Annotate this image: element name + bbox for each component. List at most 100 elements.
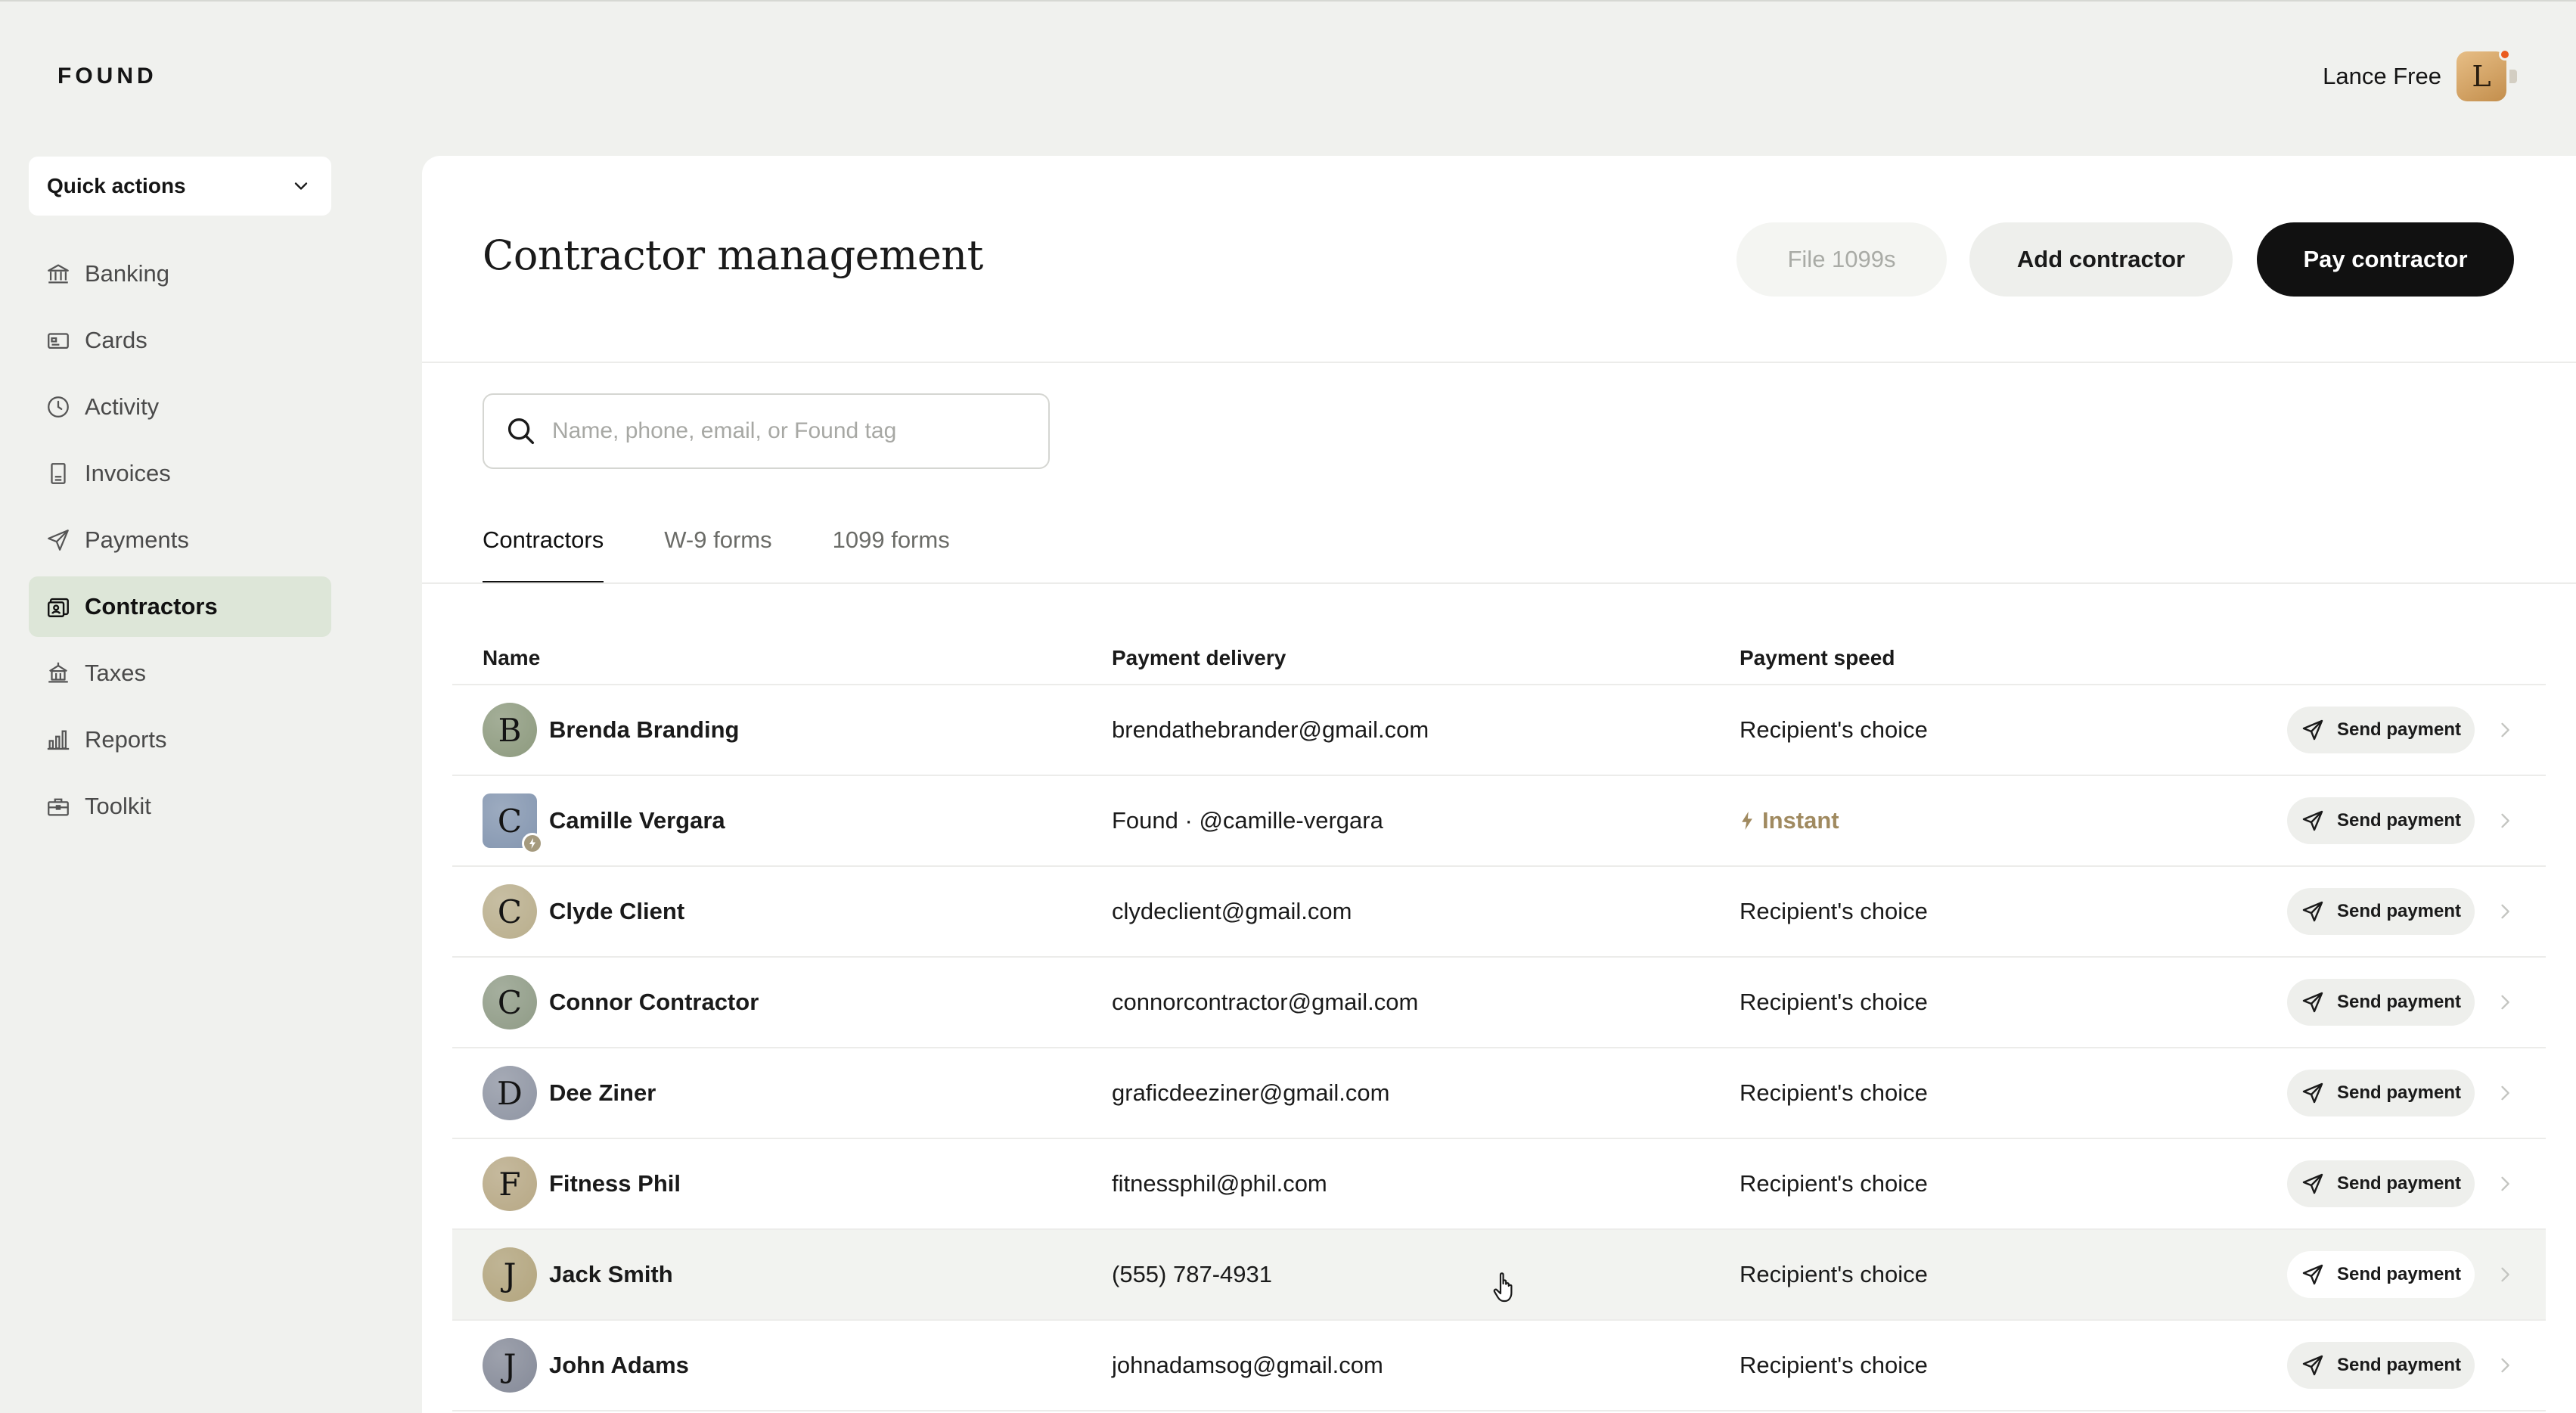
avatar-initial: F (498, 1165, 521, 1203)
search-icon (507, 418, 535, 445)
found-badge (522, 833, 543, 854)
header-divider (422, 362, 2576, 363)
table-row[interactable]: B Brenda Branding brendathebrander@gmail.c… (452, 685, 2546, 776)
contractor-name: Connor Contractor (549, 989, 759, 1015)
payment-delivery: (555) 787-4931 (1112, 1261, 1272, 1287)
sidebar-item-payments[interactable]: Payments (29, 510, 331, 570)
send-payment-button[interactable]: Send payment (2287, 1342, 2475, 1389)
send-payment-button[interactable]: Send payment (2287, 888, 2475, 935)
contractor-icon (48, 598, 69, 617)
sidebar-item-taxes[interactable]: Taxes (29, 643, 331, 703)
contractor-name-cell: D Dee Ziner (483, 1048, 656, 1138)
payment-speed: Instant (1740, 776, 1839, 865)
table-row[interactable]: C Clyde Client clydeclient@gmail.com Recipi… (452, 867, 2546, 958)
column-header-delivery[interactable]: Payment delivery (1112, 646, 1286, 670)
send-payment-button[interactable]: Send payment (2287, 797, 2475, 844)
send-payment-button[interactable]: Send payment (2287, 706, 2475, 753)
chevron-right-icon (2501, 813, 2509, 828)
column-header-speed[interactable]: Payment speed (1740, 646, 1895, 670)
payment-delivery: brendathebrander@gmail.com (1112, 716, 1429, 743)
sidebar-item-reports[interactable]: Reports (29, 710, 331, 770)
chevron-right-icon (2501, 904, 2509, 919)
payment-delivery: Found · @camille-vergara (1112, 807, 1383, 834)
search-input[interactable] (552, 418, 1021, 444)
table-row[interactable]: D Dee Ziner graficdeeziner@gmail.com Recipi… (452, 1048, 2546, 1139)
contractor-name: John Adams (549, 1352, 689, 1378)
table-row[interactable]: C Connor Contractor connorcontractor@gmail… (452, 958, 2546, 1048)
send-icon (2302, 1264, 2323, 1285)
contractor-avatar: B (483, 703, 537, 757)
sidebar-item-activity[interactable]: Activity (29, 377, 331, 437)
payment-speed-label: Recipient's choice (1740, 1170, 1928, 1197)
send-icon (2302, 719, 2323, 741)
contractor-avatar: F (483, 1157, 537, 1211)
quick-actions-dropdown[interactable]: Quick actions (29, 157, 331, 216)
contractor-name-cell: C Connor Contractor (483, 958, 759, 1047)
contractor-avatar: C (483, 884, 537, 939)
sidebar-item-invoices[interactable]: Invoices (29, 443, 331, 504)
send-payment-button[interactable]: Send payment (2287, 1070, 2475, 1116)
contractor-avatar: C (483, 975, 537, 1029)
row-chevron[interactable] (2494, 685, 2515, 775)
notification-dot (2499, 48, 2511, 61)
avatar-initial: C (497, 893, 523, 930)
sidebar-item-label: Contractors (85, 593, 218, 620)
table-header: Name Payment delivery Payment speed (452, 632, 2546, 685)
tab-1099-forms[interactable]: 1099 forms (833, 526, 950, 584)
row-chevron[interactable] (2494, 1230, 2515, 1319)
send-payment-cell: Send payment (2287, 867, 2475, 956)
row-chevron[interactable] (2494, 1321, 2515, 1410)
sidebar-item-label: Payments (85, 526, 189, 553)
contractor-avatar: C (483, 793, 543, 854)
clock-icon (48, 396, 69, 418)
invoice-icon (51, 463, 66, 484)
send-icon (2302, 1082, 2323, 1104)
sidebar-item-cards[interactable]: Cards (29, 310, 331, 371)
send-payment-button[interactable]: Send payment (2287, 1251, 2475, 1298)
table-row[interactable]: F Fitness Phil fitnessphil@phil.com Recipie… (452, 1139, 2546, 1230)
file-1099s-button[interactable]: File 1099s (1736, 222, 1947, 297)
quick-actions-label: Quick actions (47, 174, 186, 197)
row-chevron[interactable] (2494, 958, 2515, 1047)
user-menu[interactable]: Lance Free L (2323, 48, 2517, 103)
payment-speed-label: Recipient's choice (1740, 989, 1928, 1015)
payment-speed-label: Recipient's choice (1740, 716, 1928, 743)
contractor-name: Camille Vergara (549, 807, 725, 834)
send-payment-label: Send payment (2336, 1355, 2462, 1375)
sidebar-item-toolkit[interactable]: Toolkit (29, 776, 331, 837)
send-icon (2302, 1355, 2323, 1376)
sidebar-nav: Banking Cards Activity Invoices Payments… (29, 244, 331, 843)
card-icon (48, 333, 69, 349)
send-payment-button[interactable]: Send payment (2287, 1160, 2475, 1207)
row-chevron[interactable] (2494, 867, 2515, 956)
tab-w9-forms[interactable]: W-9 forms (664, 526, 771, 584)
user-avatar[interactable]: L (2457, 48, 2517, 101)
top-border (0, 0, 2576, 2)
send-payment-cell: Send payment (2287, 1048, 2475, 1138)
found-logo[interactable]: FOUND (57, 64, 157, 89)
payment-speed: Recipient's choice (1740, 1321, 1928, 1410)
contractor-avatar: J (483, 1338, 537, 1393)
sidebar-item-contractors[interactable]: Contractors (29, 576, 331, 637)
tab-contractors[interactable]: Contractors (483, 526, 604, 584)
column-header-name[interactable]: Name (483, 646, 540, 670)
user-avatar-initial: L (2472, 60, 2491, 93)
table-row[interactable]: J John Adams johnadamsog@gmail.com Recipien… (452, 1321, 2546, 1411)
contractor-name: Dee Ziner (549, 1079, 656, 1106)
contractor-name: Brenda Branding (549, 716, 740, 743)
contractor-name-cell: B Brenda Branding (483, 685, 739, 775)
search-box[interactable] (483, 393, 1050, 469)
row-chevron[interactable] (2494, 776, 2515, 865)
sidebar-item-banking[interactable]: Banking (29, 244, 331, 304)
lightning-badge-icon (529, 838, 535, 849)
avatar-initial: C (497, 802, 523, 840)
table-row[interactable]: C Camille Vergara Found · @camille-vergara… (452, 776, 2546, 867)
payment-delivery: fitnessphil@phil.com (1112, 1170, 1327, 1197)
row-chevron[interactable] (2494, 1048, 2515, 1138)
add-contractor-button[interactable]: Add contractor (1969, 222, 2233, 297)
contractor-avatar: D (483, 1066, 537, 1120)
pay-contractor-button[interactable]: Pay contractor (2257, 222, 2514, 297)
row-chevron[interactable] (2494, 1139, 2515, 1228)
payment-delivery: johnadamsog@gmail.com (1112, 1352, 1383, 1378)
send-payment-button[interactable]: Send payment (2287, 979, 2475, 1026)
